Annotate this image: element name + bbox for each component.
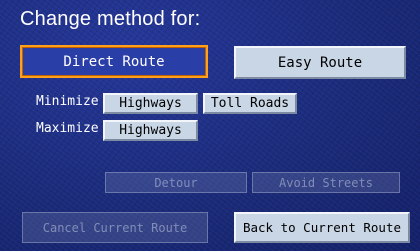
direct-route-button[interactable]: Direct Route [20, 45, 208, 78]
maximize-label: Maximize [36, 121, 99, 136]
minimize-highways-button[interactable]: Highways [103, 93, 198, 114]
minimize-label: Minimize [36, 94, 99, 109]
change-method-screen: Change method for: Direct Route Easy Rou… [0, 0, 420, 251]
back-to-current-route-button[interactable]: Back to Current Route [234, 212, 410, 243]
avoid-streets-button[interactable]: Avoid Streets [252, 172, 400, 193]
page-title: Change method for: [20, 8, 201, 30]
easy-route-button[interactable]: Easy Route [234, 46, 406, 79]
detour-button[interactable]: Detour [105, 172, 247, 193]
maximize-highways-button[interactable]: Highways [103, 120, 198, 141]
cancel-current-route-button[interactable]: Cancel Current Route [22, 212, 208, 243]
minimize-toll-roads-button[interactable]: Toll Roads [203, 93, 297, 114]
